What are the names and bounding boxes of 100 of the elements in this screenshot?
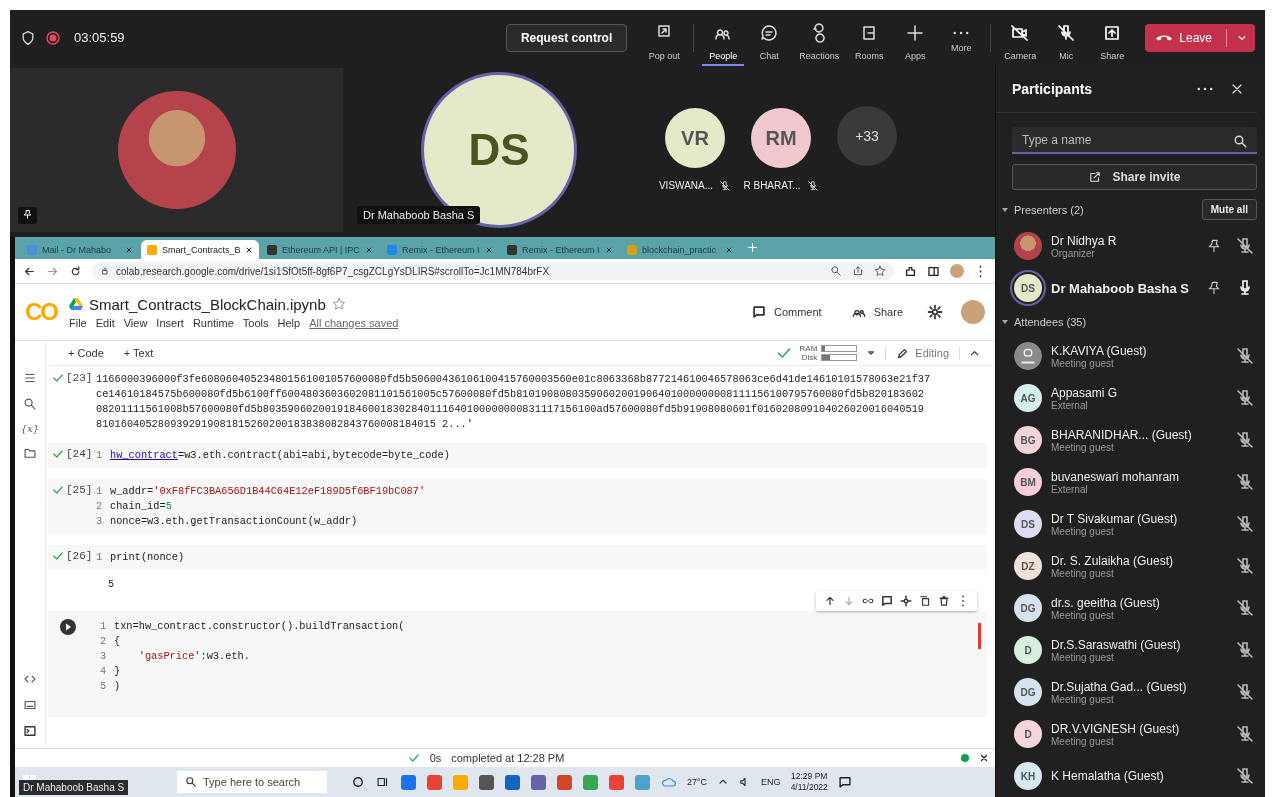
meeting-timer: 03:05:59: [74, 30, 125, 45]
participant-name: Appasami G: [1051, 385, 1119, 400]
disk-label: Disk: [801, 353, 818, 362]
participant-avatar: RM: [751, 108, 811, 168]
menu-item[interactable]: File: [69, 316, 87, 329]
execution-count: [26]: [66, 550, 93, 562]
browser-tab[interactable]: Remix - Ethereum I: [381, 240, 499, 259]
colab-logo: CO: [25, 298, 57, 326]
code-line: }: [114, 665, 121, 677]
code-line: {: [114, 635, 121, 647]
code-line: ): [114, 680, 121, 692]
menu-item[interactable]: Runtime: [192, 316, 234, 329]
toolbar-action[interactable]: People: [702, 10, 745, 66]
share-invite-button[interactable]: Share invite: [1012, 164, 1257, 190]
browser-tab[interactable]: Ethereum API | IPC: [261, 240, 379, 259]
toolbar-action[interactable]: Reactions: [794, 10, 845, 66]
section-header[interactable]: Presenters (2): [1014, 203, 1084, 216]
section-header[interactable]: Attendees (35): [1014, 316, 1087, 328]
participant-avatar: DG: [1014, 678, 1042, 706]
save-status-link[interactable]: All changes saved: [309, 316, 399, 329]
variables-icon[interactable]: {x}: [20, 423, 40, 434]
browser-tab[interactable]: Smart_Contracts_B: [141, 240, 259, 259]
address-bar[interactable]: colab.research.google.com/drive/1si1SfOt5ff-8gf6P7_csgZCLgYsDLIRS#scrollTo=Jc1MN784brFX: [92, 262, 894, 280]
participant-name: Dr. S. Zulaikha (Guest): [1051, 553, 1175, 568]
code-line: ce14610184575b600080fd5b6100ff6004803603602081101561005c57600080fd5b81019080803590602001906401000000008111156100795760080fd5b820183602: [96, 388, 924, 400]
participant-avatar: VR: [665, 108, 725, 168]
participant-name: K Hemalatha (Guest): [1051, 769, 1165, 783]
add-code-button[interactable]: + Code: [62, 346, 110, 360]
toolbar-action[interactable]: More: [940, 17, 983, 58]
participant-avatar: DS: [1014, 510, 1042, 538]
language-indicator[interactable]: ENG: [761, 777, 781, 787]
code-line: hw_contract=w3.eth.contract(abi=abi,bytecode=byte_code): [110, 449, 450, 461]
line-number: 1: [96, 448, 104, 463]
participant-name: Dr Mahaboob Basha S: [1051, 280, 1190, 296]
toolbar-action[interactable]: Pop out: [643, 10, 686, 66]
comment-button[interactable]: Comment: [745, 304, 828, 320]
participant-role: Meeting guest: [1051, 441, 1115, 453]
menu-item[interactable]: Edit: [95, 316, 115, 329]
participant-avatar: DZ: [1014, 552, 1042, 580]
menu-item[interactable]: Insert: [156, 316, 184, 329]
browser-tab[interactable]: Remix - Ethereum I: [501, 240, 619, 259]
clock-time: 12:29 PM: [791, 771, 828, 782]
browser-tab[interactable]: blockchain_practic: [621, 240, 739, 259]
participant-avatar: DS: [1014, 274, 1042, 302]
participant-avatar: AG: [1014, 384, 1042, 412]
participant-role: Meeting guest: [1051, 693, 1115, 705]
request-control-button[interactable]: Request control: [505, 23, 628, 52]
participant-name: Dr Mahaboob Basha S: [357, 206, 481, 224]
notebook-title[interactable]: Smart_Contracts_BlockChain.ipynb: [89, 295, 326, 313]
clock-date: 4/11/2022: [790, 782, 828, 793]
execution-time: 0s: [429, 752, 442, 764]
code-line: 08201111561008b57600080fd5b803590602001918460018302840111640100000000831117156100ad57600080fd5b91908080601f016020809104026020016040519: [96, 403, 924, 415]
participant-role: External: [1051, 399, 1088, 411]
device-button[interactable]: Share: [1091, 10, 1134, 66]
participant-avatar: D: [1014, 720, 1042, 748]
participant-name: VISWANA...: [658, 180, 714, 192]
share-button[interactable]: Share: [845, 304, 909, 320]
line-number: 1: [100, 619, 108, 634]
line-number: 1: [96, 550, 104, 565]
search-field[interactable]: Type here to search: [177, 771, 327, 793]
participant-role: Meeting guest: [1051, 651, 1115, 663]
participant-name: dr.s. geeitha (Guest): [1051, 595, 1161, 610]
line-number: 3: [100, 649, 108, 664]
participant-role: Organizer: [1051, 247, 1095, 259]
search-field[interactable]: Type a name: [1012, 127, 1257, 155]
toolbar-action[interactable]: Rooms: [848, 10, 891, 66]
execution-count: [23]: [66, 372, 93, 384]
toolbar-action[interactable]: Chat: [748, 10, 791, 66]
code-line: w_addr='0xF8fFC3BA656D1B44C64E12eF189D5f6BF19bC087': [110, 485, 426, 497]
overflow-count[interactable]: +33: [837, 106, 897, 166]
participant-avatar: KH: [1014, 762, 1042, 790]
menu-item[interactable]: Tools: [242, 316, 269, 329]
editing-button[interactable]: Editing: [885, 346, 960, 360]
mute-all-button[interactable]: Mute all: [1201, 199, 1257, 220]
code-line: 'gasPrice':w3.eth.: [137, 650, 250, 662]
menu-item[interactable]: View: [123, 316, 148, 329]
line-number: 2: [100, 634, 108, 649]
add-text-button[interactable]: + Text: [117, 346, 160, 360]
menu-item[interactable]: Help: [277, 316, 301, 329]
participant-name: Dr T Sivakumar (Guest): [1051, 511, 1179, 526]
device-button[interactable]: Camera: [999, 10, 1042, 66]
code-line: nonce=w3.eth.getTransactionCount(w_addr): [110, 515, 358, 527]
participant-avatar: BG: [1014, 426, 1042, 454]
participant-avatar: DG: [1014, 594, 1042, 622]
code-line: 1166000396000f3fe608060405234801561001057600080fd5b50600436106100415760003560e01c8063368b877214610046578063ce6d41de14610101578063e21f37: [96, 373, 931, 385]
code-line: txn=hw_contract.constructor().buildTransaction(: [114, 620, 405, 632]
participant-role: Meeting guest: [1051, 525, 1115, 537]
participant-avatar: D: [1014, 636, 1042, 664]
code-line: chain_id=5: [110, 500, 172, 512]
line-number: 5: [100, 679, 108, 694]
device-button[interactable]: Mic: [1045, 10, 1088, 66]
leave-button[interactable]: Leave: [1145, 23, 1255, 52]
execution-count: [25]: [66, 484, 93, 496]
panel-title: Participants: [1012, 80, 1093, 97]
participant-role: External: [1051, 483, 1089, 495]
browser-tab[interactable]: Mail - Dr Mahabo: [21, 240, 139, 259]
code-line: print(nonce): [110, 551, 185, 563]
line-number: 1: [96, 484, 104, 499]
toolbar-action[interactable]: Apps: [894, 10, 937, 66]
line-number: 2: [96, 499, 104, 514]
